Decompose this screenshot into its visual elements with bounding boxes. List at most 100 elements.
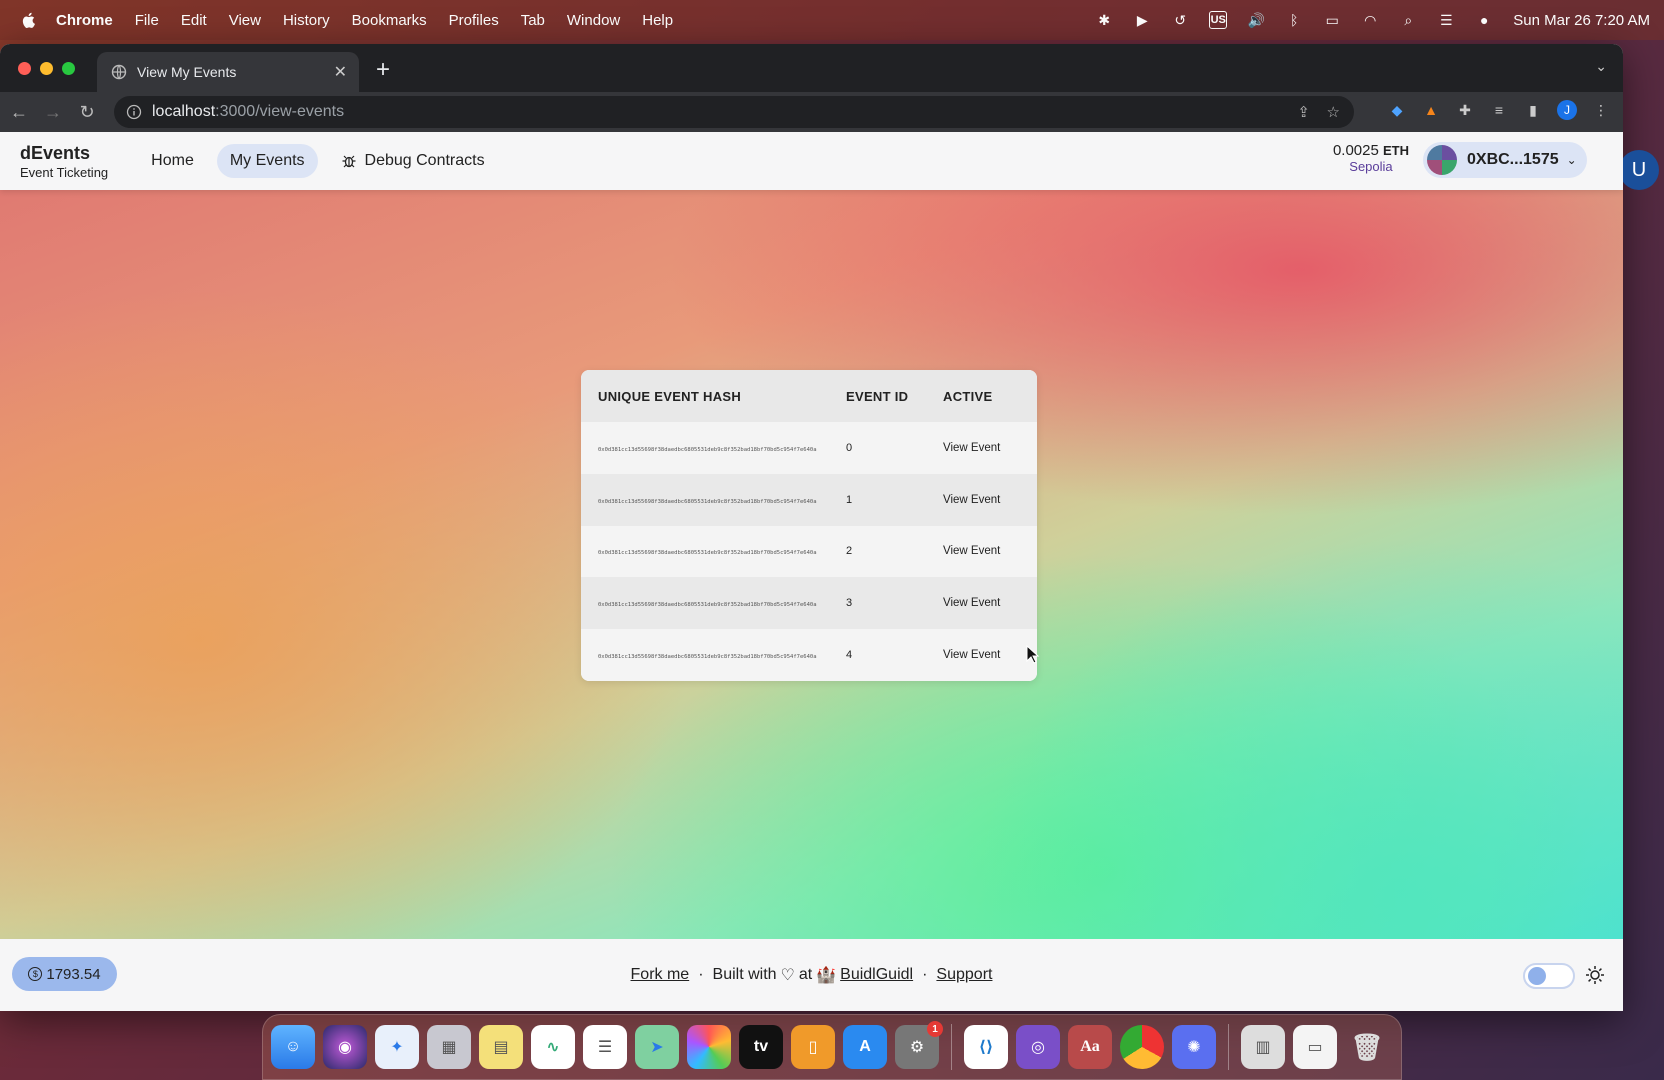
extensions-area: ◆ ▲ ✚ ≡ ▮ J ⋮ xyxy=(1387,100,1611,120)
reload-icon[interactable]: ↻ xyxy=(70,102,104,123)
close-tab-icon[interactable]: ✕ xyxy=(334,62,347,82)
built-with-text: Built with xyxy=(712,966,777,983)
apple-tv-icon[interactable]: tv xyxy=(739,1025,783,1069)
minimize-window-button[interactable] xyxy=(40,62,53,75)
nav-my-events[interactable]: My Events xyxy=(216,144,318,178)
brand[interactable]: dEvents Event Ticketing xyxy=(20,143,108,180)
spotlight-search-icon[interactable]: ⌕ xyxy=(1399,11,1417,29)
volume-icon[interactable]: 🔊 xyxy=(1247,11,1265,29)
separator-dot: · xyxy=(698,966,704,983)
bluetooth-icon[interactable]: ᛒ xyxy=(1285,11,1303,29)
wifi-icon[interactable]: ◠ xyxy=(1361,11,1379,29)
system-settings-icon[interactable]: ⚙ 1 xyxy=(895,1021,943,1069)
siri-icon[interactable]: ● xyxy=(1475,11,1493,29)
chevron-down-icon[interactable]: ⌄ xyxy=(1595,58,1607,75)
finder-icon[interactable]: ☺ xyxy=(271,1025,315,1069)
nav-debug-contracts[interactable]: Debug Contracts xyxy=(328,144,498,178)
menu-file[interactable]: File xyxy=(135,12,159,29)
safari-icon[interactable]: ✦ xyxy=(375,1025,419,1069)
launchpad-icon[interactable]: ▦ xyxy=(427,1025,471,1069)
brand-subtitle: Event Ticketing xyxy=(20,164,109,180)
menu-edit[interactable]: Edit xyxy=(181,12,207,29)
nav-home[interactable]: Home xyxy=(138,144,207,178)
battery-icon[interactable]: ▭ xyxy=(1323,11,1341,29)
menu-bookmarks[interactable]: Bookmarks xyxy=(352,12,427,29)
tab-strip: View My Events ✕ + ⌄ xyxy=(0,44,1623,92)
perplexity-icon[interactable]: ✺ xyxy=(1172,1025,1216,1069)
menu-tab[interactable]: Tab xyxy=(521,12,545,29)
downloads-folder-icon[interactable]: ▥ xyxy=(1241,1025,1285,1069)
maps-icon[interactable]: ➤ xyxy=(635,1025,679,1069)
view-event-link[interactable]: View Event xyxy=(943,442,1000,454)
chrome-menu-icon[interactable]: ⋮ xyxy=(1591,100,1611,120)
menu-window[interactable]: Window xyxy=(567,12,620,29)
bookmark-star-icon[interactable]: ☆ xyxy=(1327,103,1340,121)
app-store-icon[interactable]: A xyxy=(843,1025,887,1069)
event-hash: 0x0d381cc13d55698f38daedbc6805531deb9c8f… xyxy=(598,446,817,453)
site-info-icon[interactable] xyxy=(126,104,142,120)
event-hash: 0x0d381cc13d55698f38daedbc6805531deb9c8f… xyxy=(598,602,817,609)
menu-view[interactable]: View xyxy=(229,12,261,29)
view-event-link[interactable]: View Event xyxy=(943,597,1000,609)
address-bar[interactable]: localhost:3000/view-events ⇪ ☆ xyxy=(114,96,1354,128)
page-content: dEvents Event Ticketing Home My Events D… xyxy=(0,132,1623,1011)
buidlguidl-link[interactable]: BuidlGuidl xyxy=(840,966,913,984)
menu-profiles[interactable]: Profiles xyxy=(449,12,499,29)
asterisk-icon[interactable]: ✱ xyxy=(1095,11,1113,29)
profile-avatar[interactable]: J xyxy=(1557,100,1577,120)
play-icon[interactable]: ▶ xyxy=(1133,11,1151,29)
column-header-event-id: EVENT ID xyxy=(846,370,943,422)
theme-toggle[interactable] xyxy=(1523,963,1575,989)
eth-price-badge[interactable]: $ 1793.54 xyxy=(12,957,117,991)
forward-arrow-icon[interactable]: → xyxy=(36,102,70,123)
reminders-icon[interactable]: ☰ xyxy=(583,1025,627,1069)
view-event-link[interactable]: View Event xyxy=(943,494,1000,506)
event-id: 4 xyxy=(846,629,943,681)
menu-clock[interactable]: Sun Mar 26 7:20 AM xyxy=(1513,12,1650,29)
vscode-icon[interactable]: ⟨⟩ xyxy=(964,1025,1008,1069)
siri-app-icon[interactable]: ◉ xyxy=(323,1025,367,1069)
menu-history[interactable]: History xyxy=(283,12,330,29)
view-event-link[interactable]: View Event xyxy=(943,545,1000,557)
freeform-icon[interactable]: ∿ xyxy=(531,1025,575,1069)
chevron-down-icon: ⌄ xyxy=(1566,153,1577,167)
fork-me-link[interactable]: Fork me xyxy=(631,966,690,984)
mouse-pointer-icon xyxy=(1026,645,1040,664)
tab-view-my-events[interactable]: View My Events ✕ xyxy=(97,52,359,92)
wallet-dropdown-button[interactable]: 0XBC...1575 ⌄ xyxy=(1423,142,1587,178)
extensions-puzzle-icon[interactable]: ✚ xyxy=(1455,100,1475,120)
new-tab-icon[interactable]: + xyxy=(376,56,390,84)
close-window-button[interactable] xyxy=(18,62,31,75)
view-event-link[interactable]: View Event xyxy=(943,649,1000,661)
input-source-indicator[interactable]: US xyxy=(1209,11,1228,29)
at-text: at xyxy=(798,966,813,983)
back-arrow-icon[interactable]: ← xyxy=(2,102,36,123)
event-hash: 0x0d381cc13d55698f38daedbc6805531deb9c8f… xyxy=(598,498,817,505)
menu-help[interactable]: Help xyxy=(642,12,673,29)
menu-chrome[interactable]: Chrome xyxy=(56,12,113,29)
window-controls xyxy=(18,62,75,75)
preview-window-icon[interactable]: ▭ xyxy=(1293,1025,1337,1069)
zoom-window-button[interactable] xyxy=(62,62,75,75)
apple-icon[interactable] xyxy=(20,11,38,29)
dictionary-icon[interactable]: Aa xyxy=(1068,1025,1112,1069)
side-panel-icon[interactable]: ▮ xyxy=(1523,100,1543,120)
nav-debug-label: Debug Contracts xyxy=(364,152,485,169)
control-center-icon[interactable]: ☰ xyxy=(1437,11,1455,29)
photos-icon[interactable] xyxy=(687,1025,731,1069)
table-row: 0x0d381cc13d55698f38daedbc6805531deb9c8f… xyxy=(581,577,1037,630)
share-icon[interactable]: ⇪ xyxy=(1297,103,1310,121)
github-desktop-icon[interactable]: ◎ xyxy=(1016,1025,1060,1069)
events-table-card: UNIQUE EVENT HASH EVENT ID ACTIVE 0x0d38… xyxy=(581,370,1037,681)
books-icon[interactable]: ▯ xyxy=(791,1025,835,1069)
table-row: 0x0d381cc13d55698f38daedbc6805531deb9c8f… xyxy=(581,422,1037,474)
trash-icon[interactable]: 🗑 xyxy=(1345,1025,1389,1069)
chrome-icon[interactable] xyxy=(1120,1025,1164,1069)
table-row: 0x0d381cc13d55698f38daedbc6805531deb9c8f… xyxy=(581,473,1037,526)
extension-shield-icon[interactable]: ◆ xyxy=(1387,100,1407,120)
support-link[interactable]: Support xyxy=(936,966,992,984)
metamask-fox-icon[interactable]: ▲ xyxy=(1421,100,1441,120)
time-machine-icon[interactable]: ↺ xyxy=(1171,11,1189,29)
media-control-icon[interactable]: ≡ xyxy=(1489,100,1509,120)
notes-icon[interactable]: ▤ xyxy=(479,1025,523,1069)
